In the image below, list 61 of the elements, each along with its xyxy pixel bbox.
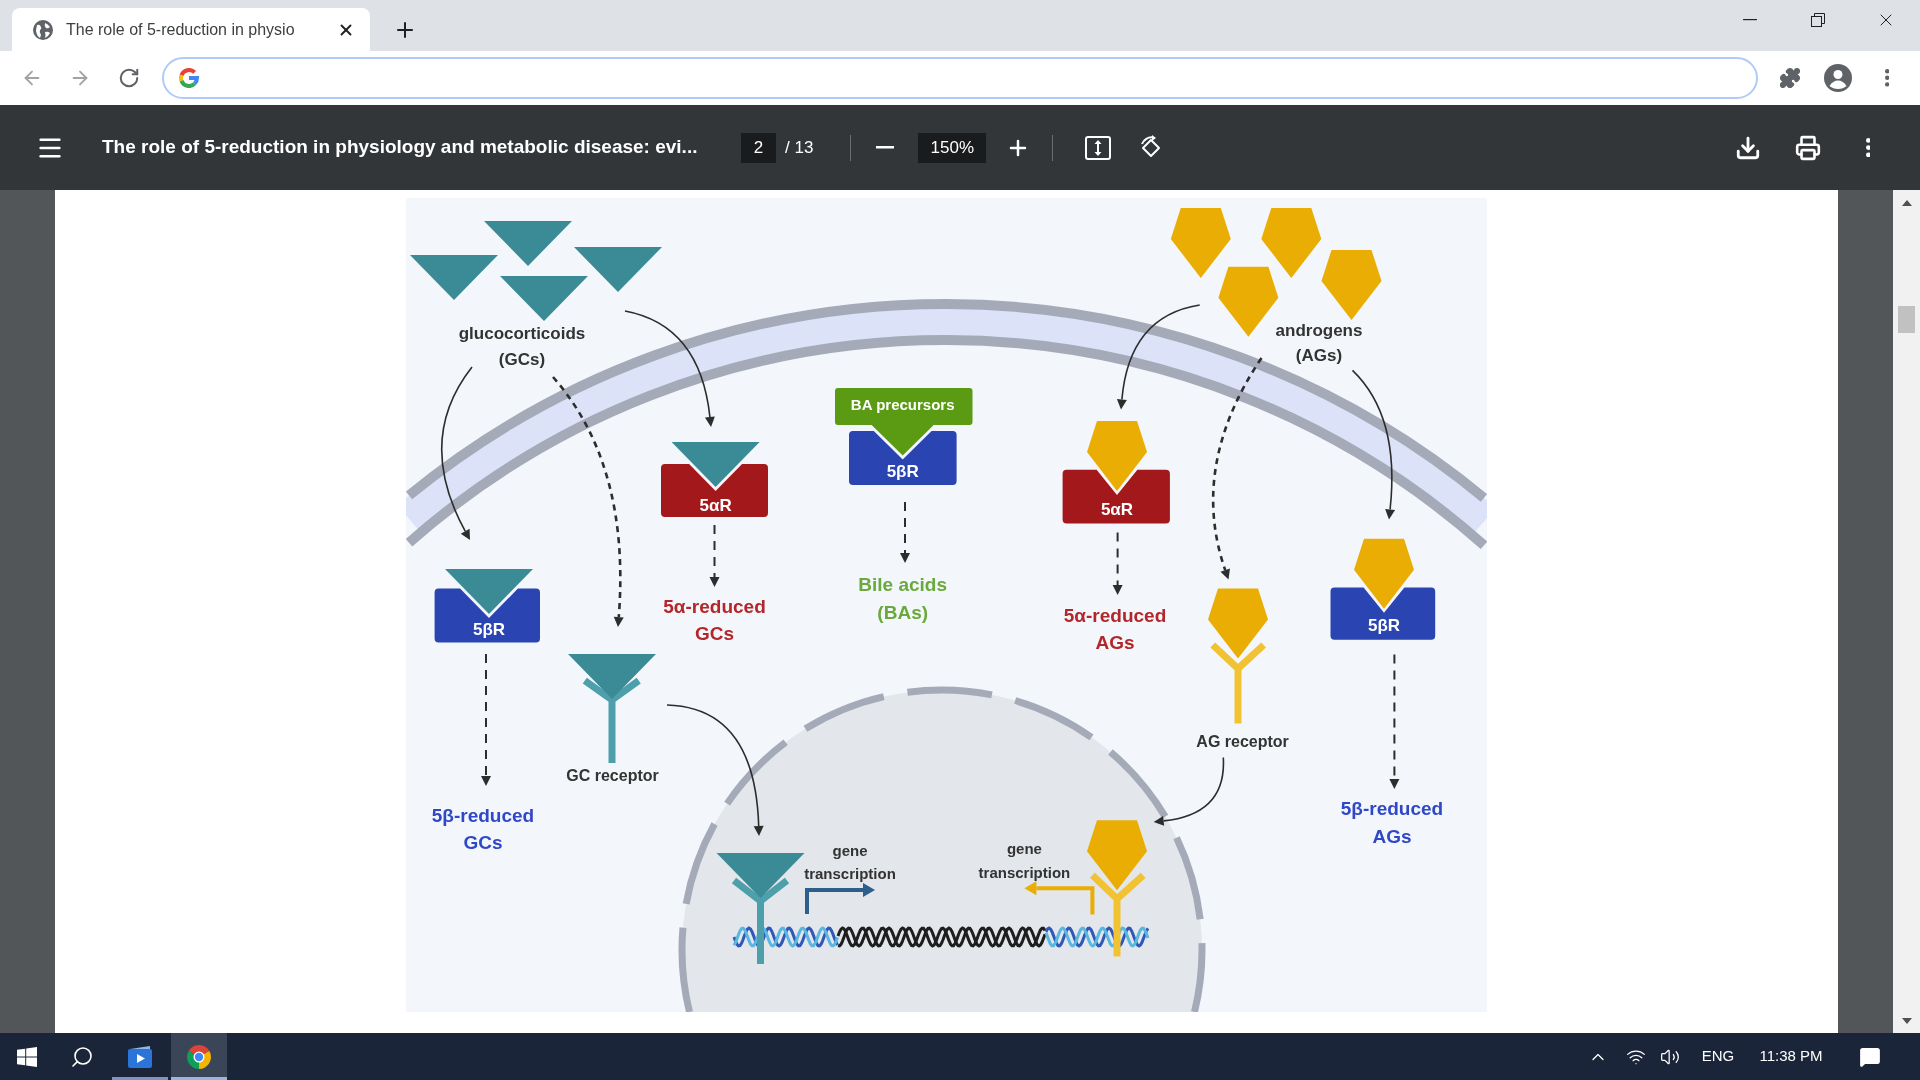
browser-tab[interactable]: The role of 5-reduction in physio xyxy=(12,8,370,51)
dashed-arrow xyxy=(900,501,910,563)
bent-arrow xyxy=(1024,881,1095,915)
curved-arrow xyxy=(1153,756,1225,826)
scroll-down-icon[interactable] xyxy=(1901,1017,1912,1024)
dashed-arrow xyxy=(709,524,720,587)
page-count: / 13 xyxy=(785,136,814,159)
printer-icon xyxy=(1795,134,1821,161)
more-icon xyxy=(1884,69,1890,87)
molecule-label: glucocorticoids (GCs) xyxy=(458,324,586,369)
more-icon xyxy=(1865,137,1871,158)
enzyme-label: 5βR xyxy=(472,620,506,639)
transcription-label: gene transcription xyxy=(804,842,896,883)
enzyme-label: 5αR xyxy=(1100,500,1134,519)
androgen-pentagon xyxy=(1354,538,1414,609)
language-indicator[interactable]: ENG xyxy=(1700,1045,1736,1068)
address-field[interactable] xyxy=(162,57,1758,99)
zoom-field[interactable]: 150% xyxy=(918,132,987,163)
androgen-pentagon xyxy=(1087,820,1147,891)
restore-icon xyxy=(1811,13,1825,27)
video-app-icon xyxy=(128,1045,152,1068)
puzzle-icon xyxy=(1779,67,1801,89)
transcription-label: gene transcription xyxy=(978,840,1071,882)
androgen-pentagon xyxy=(1321,250,1382,320)
minus-icon xyxy=(876,146,895,149)
product-label: 5α-reduced GCs xyxy=(663,595,766,644)
product-label: 5β-reduced GCs xyxy=(431,804,535,853)
browser-app-icon xyxy=(187,1044,211,1069)
product-label: 5α-reduced AGs xyxy=(1063,604,1167,654)
receptor-label: GC receptor xyxy=(566,766,659,784)
product-label: Bile acids (BAs) xyxy=(858,573,948,623)
globe-icon xyxy=(33,19,53,40)
page-number-field[interactable]: 2 xyxy=(741,132,776,163)
enzyme-label: 5αR xyxy=(699,496,732,515)
precursor-label: BA precursors xyxy=(850,396,955,414)
download-icon xyxy=(1735,134,1761,161)
androgen-pentagon xyxy=(1261,208,1322,278)
bent-arrow xyxy=(805,883,875,914)
molecule-label: androgens (AGs) xyxy=(1275,320,1363,365)
person-icon xyxy=(1824,64,1852,92)
g-logo-icon xyxy=(179,68,199,88)
androgen-pentagon xyxy=(1087,421,1147,491)
androgen-pentagon xyxy=(1208,588,1268,659)
document-title: The role of 5-reduction in physiology and metabolic disease: evi... xyxy=(102,135,698,160)
taskbar-app-button[interactable] xyxy=(171,1033,227,1080)
receptor-label: AG receptor xyxy=(1196,732,1289,750)
reload-icon xyxy=(118,67,140,89)
windows-icon xyxy=(17,1046,37,1067)
dashed-arrow xyxy=(1112,531,1123,595)
androgen-pentagon xyxy=(1170,208,1231,278)
notification-icon xyxy=(1859,1045,1881,1068)
enzyme-label: 5βR xyxy=(886,462,919,481)
minimize-icon xyxy=(1743,19,1757,21)
enzyme-label: 5βR xyxy=(1367,616,1401,635)
clock[interactable]: 11:38 PM xyxy=(1756,1045,1826,1068)
scrollbar[interactable] xyxy=(1893,190,1920,1033)
scroll-up-icon[interactable] xyxy=(1901,199,1912,206)
fit-page-icon xyxy=(1085,135,1112,160)
search-icon xyxy=(70,1044,94,1069)
scrollbar-thumb[interactable] xyxy=(1898,306,1915,333)
product-label: 5β-reduced AGs xyxy=(1340,798,1444,847)
